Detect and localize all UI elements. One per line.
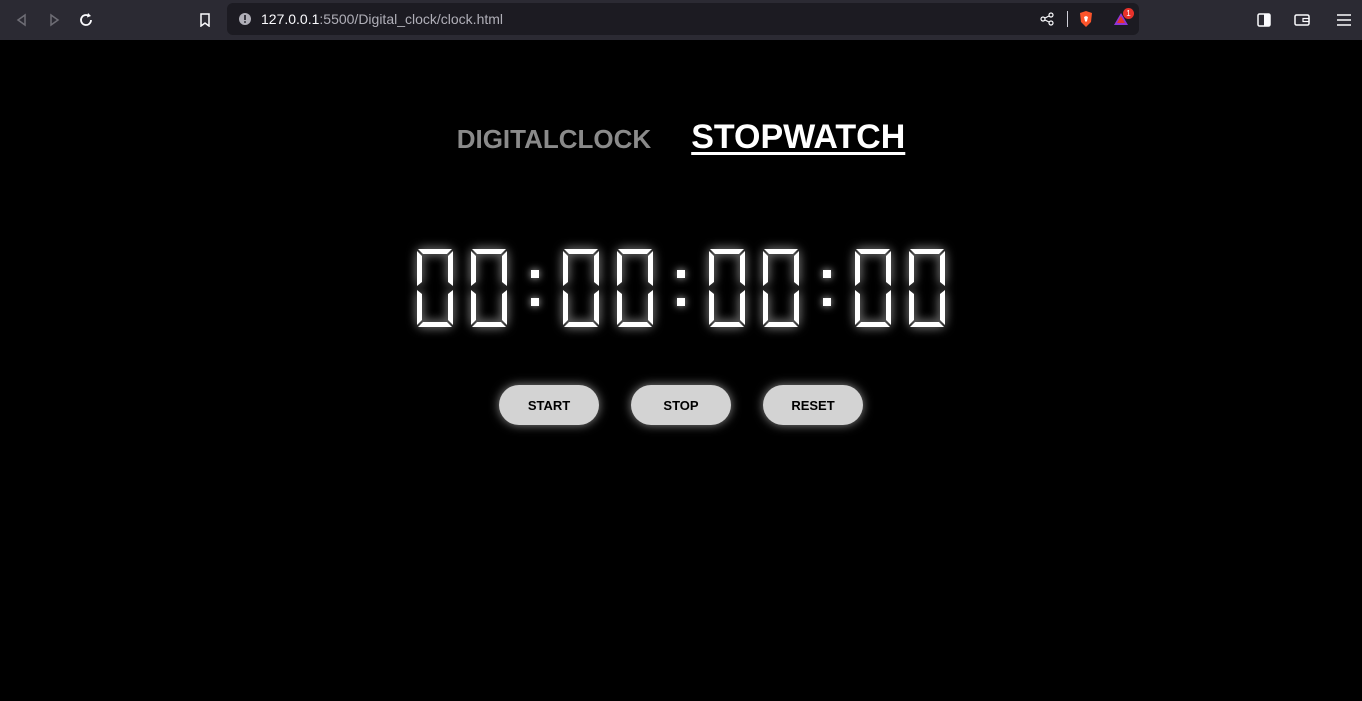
separator-colon [658,246,704,330]
digit-segment [909,290,914,325]
digit-segment [856,249,890,254]
digit-segment [886,290,891,325]
digit-segment [502,290,507,325]
address-bar[interactable]: 127.0.0.1:5500/Digital_clock/clock.html … [227,3,1139,35]
digit-segment [564,322,598,327]
digit-segment [740,290,745,325]
digit-segment [764,249,798,254]
digit-segment [564,249,598,254]
start-button[interactable]: START [499,385,599,425]
digit-segment [910,249,944,254]
digit [850,246,896,330]
digit-segment [563,251,568,286]
menu-icon[interactable] [1332,8,1356,32]
digit-segment [563,290,568,325]
digit-segment [940,251,945,286]
digit-segment [764,322,798,327]
digit-segment [740,251,745,286]
digit-segment [472,249,506,254]
share-icon[interactable] [1039,11,1055,27]
digit-segment [855,290,860,325]
tab-digital-clock[interactable]: DIGITALCLOCK [457,124,652,155]
digit-segment [710,322,744,327]
browser-toolbar: 127.0.0.1:5500/Digital_clock/clock.html … [0,0,1362,40]
reload-icon[interactable] [74,8,98,32]
digit-segment [794,290,799,325]
digit-segment [763,251,768,286]
digit-segment [855,251,860,286]
digit-segment [594,290,599,325]
divider [1067,11,1068,27]
centiseconds-display [850,246,950,330]
digit-segment [618,322,652,327]
stop-button[interactable]: STOP [631,385,731,425]
back-icon[interactable] [10,8,34,32]
url-text: 127.0.0.1:5500/Digital_clock/clock.html [261,11,504,27]
digit [904,246,950,330]
digit-segment [709,251,714,286]
digit-segment [886,251,891,286]
forward-icon[interactable] [42,8,66,32]
digit-segment [617,290,622,325]
digit-segment [648,251,653,286]
tab-stopwatch[interactable]: STOPWATCH [691,118,905,157]
hours-display [412,246,512,330]
digit-segment [856,322,890,327]
digit-segment [710,249,744,254]
mode-tabs: DIGITALCLOCK STOPWATCH [0,118,1362,157]
digit [704,246,750,330]
digit [558,246,604,330]
digit-segment [471,251,476,286]
digit [612,246,658,330]
digit-segment [617,251,622,286]
digit-segment [794,251,799,286]
site-info-icon[interactable] [237,11,253,27]
minutes-display [558,246,658,330]
digit-segment [448,290,453,325]
wallet-icon[interactable] [1290,8,1314,32]
digit-segment [709,290,714,325]
digit [466,246,512,330]
sidebar-icon[interactable] [1252,8,1276,32]
digit-segment [472,322,506,327]
separator-colon [804,246,850,330]
brave-shields-icon[interactable] [1078,11,1094,27]
digit-segment [648,290,653,325]
digit-segment [471,290,476,325]
digit [412,246,458,330]
digit-segment [618,249,652,254]
seconds-display [704,246,804,330]
digit-segment [763,290,768,325]
stopwatch-display [0,246,1362,330]
digit-segment [417,251,422,286]
digit-segment [448,251,453,286]
separator-colon [512,246,558,330]
reset-button[interactable]: RESET [763,385,863,425]
digit-segment [502,251,507,286]
digit-segment [594,251,599,286]
digit-segment [909,251,914,286]
digit-segment [910,322,944,327]
control-buttons: START STOP RESET [0,385,1362,425]
bookmark-icon[interactable] [193,8,217,32]
digit-segment [418,322,452,327]
digit-segment [418,249,452,254]
digit [758,246,804,330]
digit-segment [417,290,422,325]
notification-badge: 1 [1123,8,1134,19]
digit-segment [940,290,945,325]
